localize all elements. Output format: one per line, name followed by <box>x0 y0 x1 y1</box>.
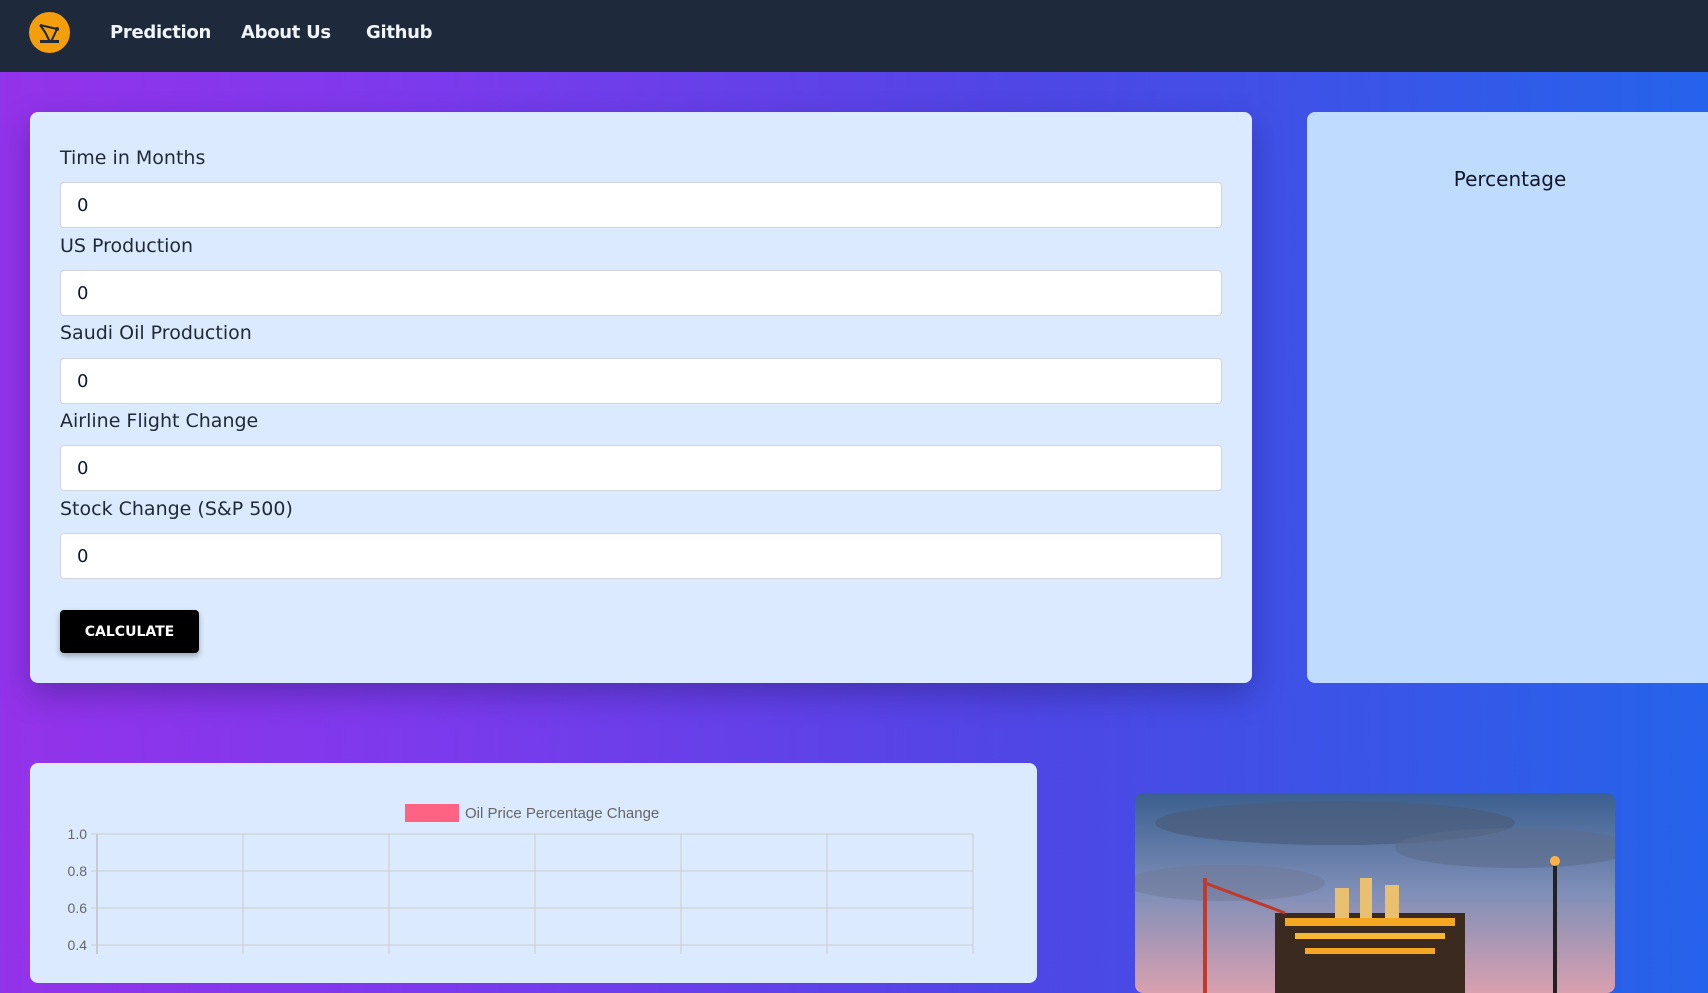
airline-flight-change-label: Airline Flight Change <box>60 410 259 432</box>
percentage-result-card: Percentage <box>1307 112 1708 683</box>
percentage-title: Percentage <box>1453 167 1567 191</box>
saudi-oil-production-label: Saudi Oil Production <box>60 322 252 344</box>
chart-y-tick-label: 0.4 <box>68 937 88 953</box>
oil-pump-logo-icon[interactable] <box>29 12 70 53</box>
chart-y-tick-label: 1.0 <box>68 826 88 842</box>
saudi-oil-production-input[interactable] <box>60 358 1222 404</box>
us-production-label: US Production <box>60 235 194 257</box>
chart-y-tick-label: 0.8 <box>68 863 88 879</box>
navbar: Prediction About Us Github <box>0 0 1708 72</box>
time-in-months-input[interactable] <box>60 182 1222 228</box>
nav-link-about-us[interactable]: About Us <box>241 22 331 43</box>
oil-price-chart: Oil Price Percentage Change 1.0 0.8 0.6 0.4 <box>68 804 974 963</box>
legend-swatch <box>405 804 459 822</box>
stock-change-label: Stock Change (S&P 500) <box>60 498 293 520</box>
prediction-form-card: Time in Months US Production Saudi Oil P… <box>30 112 1252 683</box>
chart-card: Oil Price Percentage Change 1.0 0.8 0.6 0.4 <box>30 763 1037 983</box>
nav-link-github[interactable]: Github <box>366 22 433 43</box>
stock-change-input[interactable] <box>60 533 1222 579</box>
legend-label: Oil Price Percentage Change <box>465 805 659 822</box>
nav-link-prediction[interactable]: Prediction <box>110 22 211 43</box>
time-in-months-label: Time in Months <box>60 147 206 169</box>
airline-flight-change-input[interactable] <box>60 445 1222 491</box>
chart-y-tick-label: 0.6 <box>68 900 88 916</box>
calculate-button[interactable]: CALCULATE <box>60 610 199 653</box>
oil-platform-image <box>1135 793 1615 993</box>
us-production-input[interactable] <box>60 270 1222 316</box>
